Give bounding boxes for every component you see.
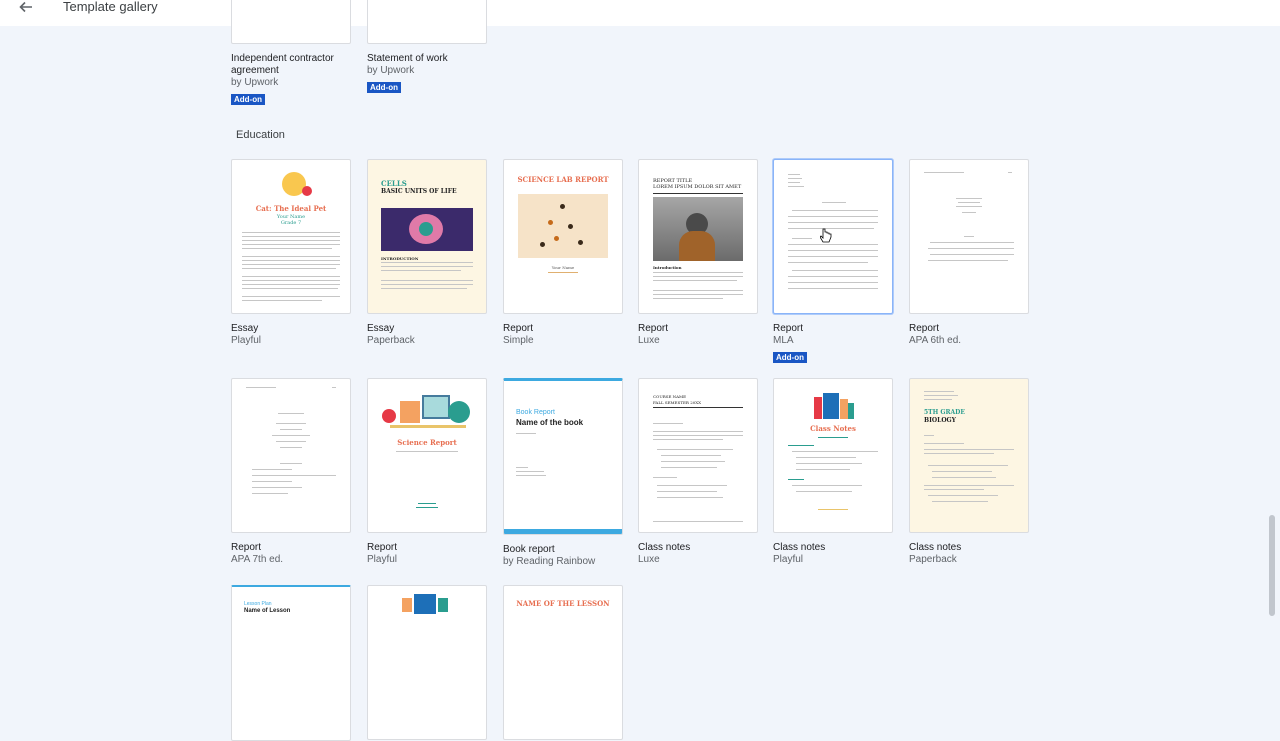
template-name: Report (367, 542, 398, 553)
thumb-title: Lesson Plan (244, 601, 272, 607)
template-variant: Luxe (638, 335, 660, 346)
template-name: Class notes (909, 542, 962, 553)
template-variant: Paperback (367, 335, 415, 346)
template-variant: Paperback (909, 554, 957, 565)
template-name: Statement of work (367, 53, 448, 64)
ball-illustration (302, 186, 312, 196)
thumb-title: Cat: The Ideal Pet (255, 204, 327, 213)
template-card-class-notes-paperback[interactable]: 5TH GRADE BIOLOGY Class notes Paperback (909, 378, 1029, 566)
thumb-title: Class Notes (810, 424, 856, 433)
template-card-report-apa6[interactable]: Report APA 6th ed. (909, 159, 1029, 347)
thumb-title: SCIENCE LAB REPORT (517, 175, 609, 184)
template-name: Report (909, 323, 940, 334)
template-thumbnail[interactable] (909, 159, 1029, 314)
science-illustration (382, 395, 472, 433)
cell-image (381, 208, 473, 251)
pointer-cursor-icon (820, 228, 832, 243)
template-variant: Playful (773, 554, 804, 565)
template-card-contractor-agreement[interactable]: Independent contractor agreement by Upwo… (231, 0, 351, 107)
template-name: Book report (503, 544, 555, 555)
template-name: Report (773, 323, 804, 334)
thumb-subtitle: FALL SEMESTER 20XX (653, 400, 701, 405)
thumb-title: CELLS (381, 179, 407, 188)
template-card-report-luxe[interactable]: REPORT TITLE LOREM IPSUM DOLOR SIT AMET … (638, 159, 758, 347)
add-on-badge: Add-on (773, 352, 807, 363)
template-card-essay-paperback[interactable]: CELLS BASIC UNITS OF LIFE INTRODUCTION E… (367, 159, 487, 347)
template-thumbnail[interactable] (367, 0, 487, 44)
template-card-lesson-plan-simple[interactable]: NAME OF THE LESSON (503, 585, 623, 740)
thumb-subtitle: BASIC UNITS OF LIFE (381, 188, 457, 195)
template-card-report-simple[interactable]: SCIENCE LAB REPORT Your Name Report Simp… (503, 159, 623, 347)
scrollbar[interactable] (1269, 515, 1275, 616)
add-on-badge: Add-on (367, 82, 401, 93)
template-thumbnail[interactable] (367, 585, 487, 740)
template-card-lesson-plan[interactable]: Lesson Plan Name of Lesson (231, 585, 351, 741)
template-thumbnail[interactable]: REPORT TITLE LOREM IPSUM DOLOR SIT AMET … (638, 159, 758, 314)
template-variant: Simple (503, 335, 534, 346)
thumb-subtitle: BIOLOGY (924, 417, 956, 424)
template-card-class-notes-luxe[interactable]: COURSE NAME FALL SEMESTER 20XX Class not… (638, 378, 758, 566)
thumb-subtitle: Your Name (551, 265, 575, 270)
thumb-subtitle: Your Name Grade 7 (276, 214, 306, 226)
template-name: Essay (367, 323, 395, 334)
template-name: Class notes (638, 542, 691, 553)
template-card-book-report[interactable]: Book Report Name of the book Book report… (503, 378, 623, 568)
thumb-title: NAME OF THE LESSON (516, 599, 610, 608)
template-card-lesson-plan-playful[interactable] (367, 585, 487, 740)
template-thumbnail[interactable] (773, 159, 893, 314)
thumb-heading: Introduction (653, 265, 682, 270)
section-heading-education: Education (236, 129, 285, 141)
template-card-statement-of-work[interactable]: Statement of work by Upwork Add-on (367, 0, 487, 95)
thumb-title: Science Report (397, 438, 457, 447)
template-card-class-notes-playful[interactable]: Class Notes Class notes Playful (773, 378, 893, 566)
template-thumbnail[interactable]: Lesson Plan Name of Lesson (231, 585, 351, 741)
template-thumbnail[interactable]: NAME OF THE LESSON (503, 585, 623, 740)
template-thumbnail[interactable]: Book Report Name of the book (503, 378, 623, 535)
books-illustration (814, 393, 854, 419)
template-thumbnail[interactable] (231, 378, 351, 533)
template-variant: Playful (367, 554, 398, 565)
template-variant: APA 6th ed. (909, 335, 962, 346)
template-name: Class notes (773, 542, 826, 553)
thumb-subtitle: Name of the book (516, 418, 584, 427)
template-name: Independent contractor agreement (231, 53, 334, 76)
template-name: Report (231, 542, 262, 553)
template-author: by Upwork (367, 65, 415, 76)
thumb-title: Book Report (516, 409, 555, 416)
template-variant: Playful (231, 335, 262, 346)
arrow-back-icon[interactable] (16, 0, 36, 14)
add-on-badge: Add-on (231, 94, 265, 105)
top-bar: Template gallery (0, 0, 1280, 26)
template-name: Report (638, 323, 669, 334)
thumb-title: 5TH GRADE (924, 409, 965, 416)
accent-bar (504, 529, 622, 534)
template-thumbnail[interactable] (231, 0, 351, 44)
template-author: by Upwork (231, 77, 279, 88)
template-name: Essay (231, 323, 259, 334)
template-thumbnail[interactable]: 5TH GRADE BIOLOGY (909, 378, 1029, 533)
template-card-report-apa7[interactable]: Report APA 7th ed. (231, 378, 351, 566)
portrait-image (653, 197, 743, 261)
template-thumbnail[interactable]: SCIENCE LAB REPORT Your Name (503, 159, 623, 314)
template-thumbnail[interactable]: COURSE NAME FALL SEMESTER 20XX (638, 378, 758, 533)
thumb-subtitle: Name of Lesson (244, 608, 291, 614)
thumb-subtitle: LOREM IPSUM DOLOR SIT AMET (653, 184, 742, 190)
template-variant: by Reading Rainbow (503, 556, 596, 567)
template-variant: APA 7th ed. (231, 554, 284, 565)
page-title: Template gallery (63, 0, 158, 14)
template-thumbnail[interactable]: Science Report (367, 378, 487, 533)
template-variant: Luxe (638, 554, 660, 565)
template-thumbnail[interactable]: CELLS BASIC UNITS OF LIFE INTRODUCTION (367, 159, 487, 314)
thumb-heading: INTRODUCTION (381, 256, 419, 261)
template-card-essay-playful[interactable]: Cat: The Ideal Pet Your Name Grade 7 Ess… (231, 159, 351, 347)
template-card-report-playful[interactable]: Science Report Report Playful (367, 378, 487, 566)
template-card-report-mla[interactable]: Report MLA Add-on (773, 159, 893, 365)
molecule-image (518, 194, 608, 258)
template-thumbnail[interactable]: Class Notes (773, 378, 893, 533)
template-name: Report (503, 323, 534, 334)
template-thumbnail[interactable]: Cat: The Ideal Pet Your Name Grade 7 (231, 159, 351, 314)
template-variant: MLA (773, 335, 794, 346)
